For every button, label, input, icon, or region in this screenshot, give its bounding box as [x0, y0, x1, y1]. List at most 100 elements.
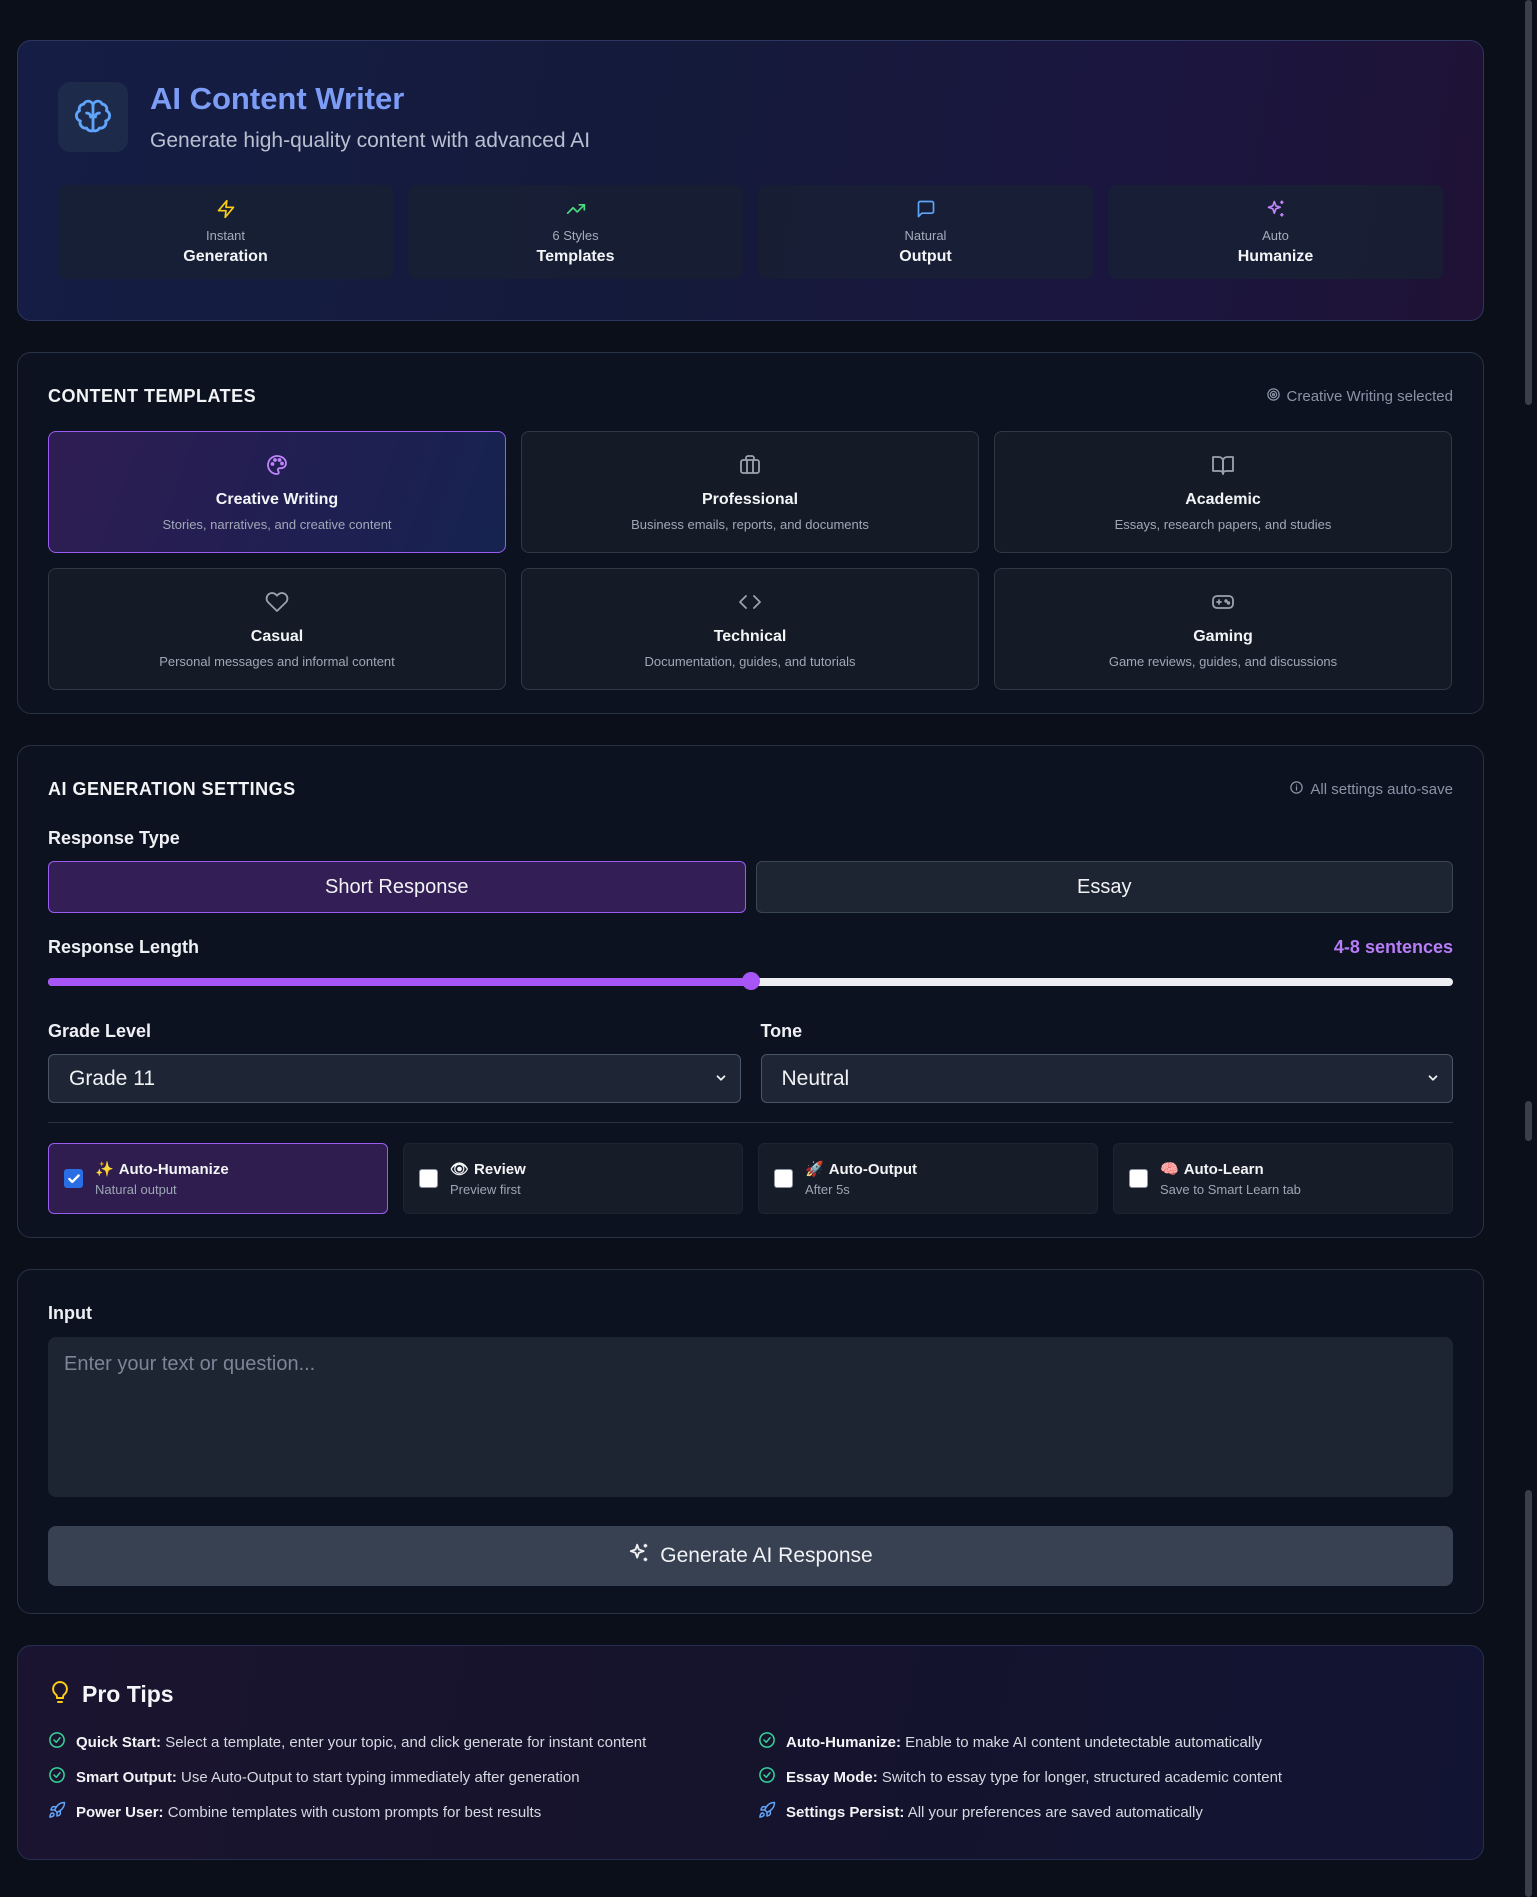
stat-small: Natural — [904, 227, 947, 243]
tip-text: Enable to make AI content undetectable a… — [901, 1733, 1263, 1751]
grade-level-select[interactable]: Grade 11 — [48, 1054, 741, 1103]
chevron-down-icon — [714, 1067, 728, 1091]
palette-icon — [265, 453, 289, 482]
settings-title: AI GENERATION SETTINGS — [48, 779, 296, 799]
sparkles-icon — [1266, 199, 1286, 224]
scrollbar-thumb-secondary[interactable] — [1525, 1101, 1532, 1141]
stat-templates: 6 Styles Templates — [408, 185, 743, 279]
tip-text: Select a template, enter your topic, and… — [161, 1733, 647, 1751]
tone-select[interactable]: Neutral — [760, 1054, 1453, 1103]
app-title: AI Content Writer — [150, 81, 405, 116]
option-subtitle: After 5s — [805, 1182, 850, 1197]
zap-icon — [216, 199, 236, 224]
stat-big: Output — [899, 247, 952, 265]
stat-generation: Instant Generation — [58, 185, 393, 279]
tip-item: Power User: Combine templates with custo… — [48, 1801, 758, 1823]
option-title: Auto-Learn — [1183, 1160, 1264, 1178]
tip-bold: Auto-Humanize: — [786, 1733, 901, 1751]
chevron-down-icon — [1426, 1067, 1440, 1091]
tip-bold: Smart Output: — [76, 1768, 177, 1786]
template-desc: Game reviews, guides, and discussions — [1108, 653, 1338, 669]
tip-text: All your preferences are saved automatic… — [904, 1803, 1203, 1821]
short-response-button[interactable]: Short Response — [48, 861, 746, 913]
option-auto-output[interactable]: 🚀 Auto-Output After 5s — [758, 1143, 1098, 1214]
slider-thumb[interactable] — [741, 972, 760, 990]
slider-fill — [48, 978, 751, 986]
stat-big: Humanize — [1237, 247, 1314, 265]
settings-hint: All settings auto-save — [1289, 780, 1453, 799]
input-label: Input — [48, 1303, 92, 1323]
tip-text: Use Auto-Output to start typing immediat… — [176, 1768, 580, 1786]
response-length-slider[interactable] — [48, 971, 1453, 991]
template-desc: Documentation, guides, and tutorials — [644, 653, 856, 669]
tip-item: Auto-Humanize: Enable to make AI content… — [758, 1731, 1458, 1753]
page-scrollbar[interactable] — [1521, 0, 1537, 1897]
tip-item: Settings Persist: All your preferences a… — [758, 1801, 1458, 1823]
auto-humanize-checkbox[interactable] — [64, 1169, 83, 1188]
templates-title: CONTENT TEMPLATES — [48, 386, 257, 406]
message-square-icon — [916, 199, 936, 224]
sparkles-icon — [628, 1542, 650, 1570]
essay-button[interactable]: Essay — [755, 861, 1453, 913]
tip-bold: Essay Mode: — [786, 1768, 878, 1786]
template-name: Professional — [701, 490, 799, 508]
stat-humanize: Auto Humanize — [1108, 185, 1443, 279]
templates-hint: Creative Writing selected — [1266, 387, 1453, 406]
stat-small: Instant — [205, 227, 246, 243]
target-icon — [1266, 387, 1281, 406]
pro-tips-title: Pro Tips — [82, 1681, 174, 1707]
option-auto-humanize[interactable]: ✨ Auto-Humanize Natural output — [48, 1143, 388, 1214]
template-desc: Essays, research papers, and studies — [1114, 516, 1332, 532]
tip-bold: Power User: — [76, 1803, 164, 1821]
tone-value: Neutral — [781, 1066, 850, 1090]
input-card: Input Enter your text or question... Gen… — [17, 1269, 1484, 1614]
option-auto-learn[interactable]: 🧠 Auto-Learn Save to Smart Learn tab — [1113, 1143, 1453, 1214]
check-circle-icon — [758, 1766, 776, 1788]
tip-item: Essay Mode: Switch to essay type for lon… — [758, 1766, 1458, 1788]
template-name: Creative Writing — [215, 490, 339, 508]
tip-bold: Quick Start: — [76, 1733, 162, 1751]
generate-button[interactable]: Generate AI Response — [48, 1526, 1453, 1586]
template-desc: Business emails, reports, and documents — [631, 516, 869, 532]
template-gaming[interactable]: Gaming Game reviews, guides, and discuss… — [994, 568, 1452, 690]
tip-item: Quick Start: Select a template, enter yo… — [48, 1731, 758, 1753]
scrollbar-thumb[interactable] — [1525, 0, 1532, 405]
rocket-emoji-icon: 🚀 — [805, 1161, 824, 1178]
template-creative-writing[interactable]: Creative Writing Stories, narratives, an… — [48, 431, 506, 553]
template-professional[interactable]: Professional Business emails, reports, a… — [521, 431, 979, 553]
rocket-icon — [48, 1801, 66, 1823]
input-textarea[interactable]: Enter your text or question... — [48, 1337, 1453, 1497]
option-review[interactable]: 👁 Review Preview first — [403, 1143, 743, 1214]
brain-emoji-icon: 🧠 — [1160, 1161, 1179, 1178]
template-desc: Stories, narratives, and creative conten… — [162, 516, 392, 532]
lightbulb-icon — [48, 1679, 72, 1710]
grade-level-label: Grade Level — [48, 1021, 152, 1041]
option-subtitle: Preview first — [450, 1182, 521, 1197]
templates-card: CONTENT TEMPLATES Creative Writing selec… — [17, 352, 1484, 714]
stat-small: 6 Styles — [552, 227, 599, 243]
scrollbar-thumb-lower[interactable] — [1525, 1490, 1532, 1897]
sparkles-emoji-icon: ✨ — [95, 1161, 114, 1178]
briefcase-icon — [738, 453, 762, 482]
template-academic[interactable]: Academic Essays, research papers, and st… — [994, 431, 1452, 553]
tip-bold: Settings Persist: — [786, 1803, 905, 1821]
auto-learn-checkbox[interactable] — [1129, 1169, 1148, 1188]
template-casual[interactable]: Casual Personal messages and informal co… — [48, 568, 506, 690]
template-name: Technical — [713, 627, 787, 645]
template-name: Casual — [250, 627, 304, 645]
auto-output-checkbox[interactable] — [774, 1169, 793, 1188]
template-name: Academic — [1185, 490, 1261, 508]
tone-label: Tone — [760, 1021, 803, 1041]
check-circle-icon — [48, 1731, 66, 1753]
option-title: Auto-Humanize — [118, 1160, 229, 1178]
template-technical[interactable]: Technical Documentation, guides, and tut… — [521, 568, 979, 690]
settings-card: AI GENERATION SETTINGS All settings auto… — [17, 745, 1484, 1238]
review-checkbox[interactable] — [419, 1169, 438, 1188]
option-subtitle: Natural output — [95, 1182, 177, 1197]
hero-card: AI Content Writer Generate high-quality … — [17, 40, 1484, 321]
rocket-icon — [758, 1801, 776, 1823]
tip-text: Combine templates with custom prompts fo… — [163, 1803, 542, 1821]
divider — [48, 1122, 1453, 1123]
stat-small: Auto — [1262, 227, 1289, 243]
code-icon — [738, 590, 762, 619]
